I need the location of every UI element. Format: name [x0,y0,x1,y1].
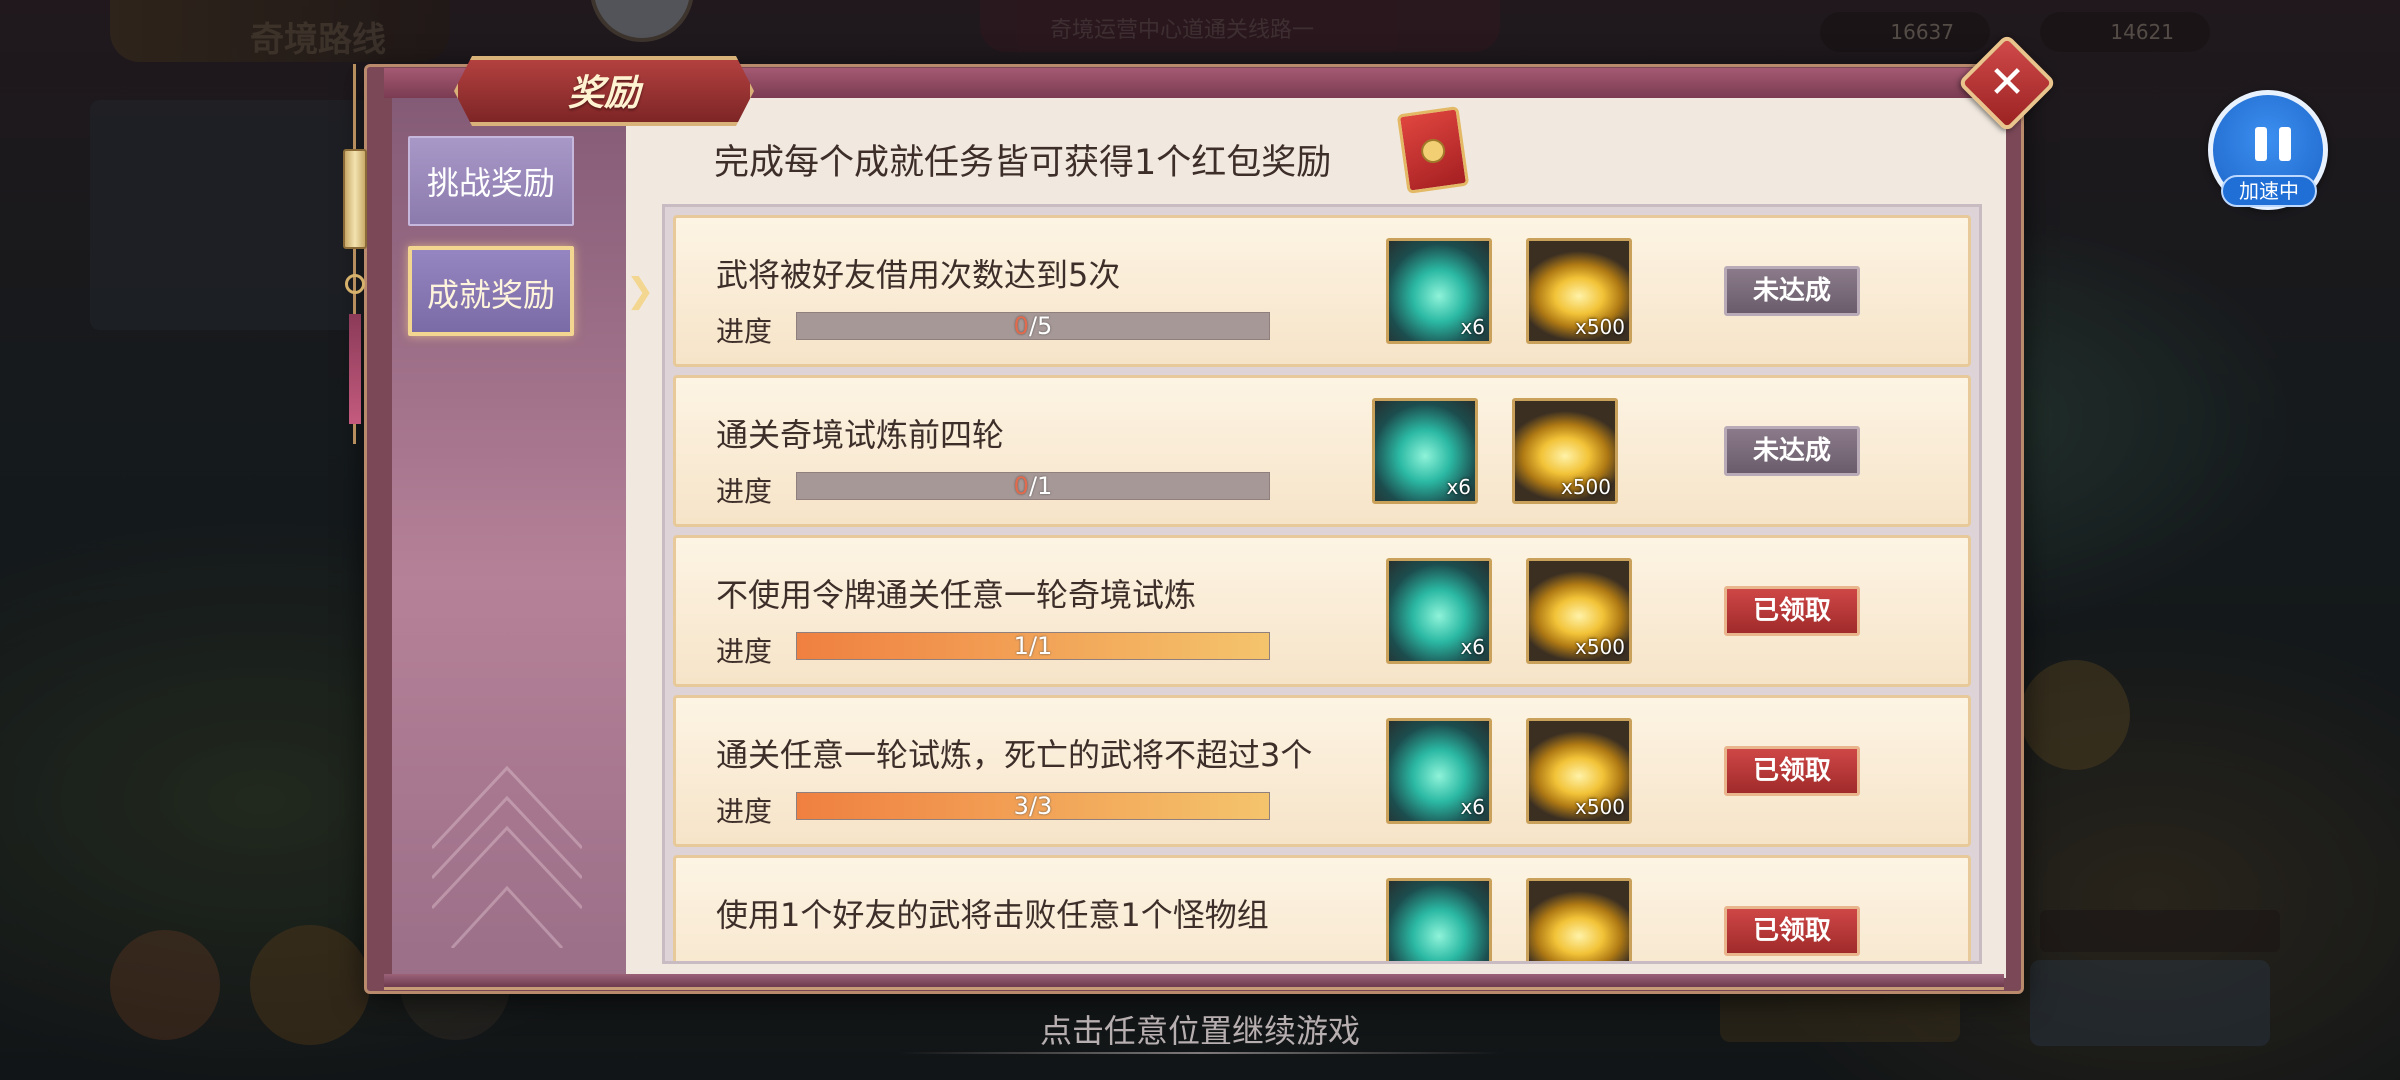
status-button-not-achieved[interactable]: 未达成 [1724,426,1860,476]
progress-label: 进度 [716,795,773,828]
speed-up-label: 加速中 [2221,175,2317,207]
status-button-claimed[interactable]: 已领取 [1724,746,1860,796]
red-packet-icon [1396,106,1470,194]
progress-label: 进度 [716,635,773,668]
hint-divider [900,1052,1500,1054]
task-row: 使用1个好友的武将击败任意1个怪物组 已领取 [673,855,1971,961]
reward-modal: 奖励 ✕ 挑战奖励 成就奖励 ❯ 完成每个成就任务皆可获得1个红包奖励 武将被好… [343,33,2057,994]
task-row: 不使用令牌通关任意一轮奇境试炼 进度 1/1 x6 x500 已领取 [673,535,1971,687]
task-title: 不使用令牌通关任意一轮奇境试炼 [716,576,1197,614]
progress-bar: 0/5 [796,312,1270,340]
task-title: 通关任意一轮试炼，死亡的武将不超过3个 [716,736,1313,774]
gold-ingot-icon[interactable]: x500 [1512,398,1618,504]
spirit-flame-icon[interactable]: x6 [1386,238,1492,344]
gold-ingot-icon[interactable] [1526,878,1632,961]
task-title: 通关奇境试炼前四轮 [716,416,1005,454]
status-button-claimed[interactable]: 已领取 [1724,586,1860,636]
spirit-flame-icon[interactable]: x6 [1372,398,1478,504]
task-row: 通关任意一轮试炼，死亡的武将不超过3个 进度 3/3 x6 x500 已领取 [673,695,1971,847]
modal-title: 奖励 [567,73,640,114]
continue-hint: 点击任意位置继续游戏 [1039,1012,1360,1050]
gold-ingot-icon[interactable]: x500 [1526,718,1632,824]
status-button-claimed[interactable]: 已领取 [1724,906,1860,956]
close-icon[interactable]: ✕ [1972,48,2042,118]
tassel-ornament-icon [340,64,370,464]
lattice-pattern-icon [432,765,582,948]
selected-tab-arrow-icon: ❯ [626,271,655,311]
task-title: 武将被好友借用次数达到5次 [716,256,1121,294]
progress-bar: 3/3 [796,792,1270,820]
task-title: 使用1个好友的武将击败任意1个怪物组 [716,896,1269,934]
progress-label: 进度 [716,475,773,508]
task-row: 通关奇境试炼前四轮 进度 0/1 x6 x500 未达成 [673,375,1971,527]
tab-sidebar [392,98,626,978]
progress-value: 0/1 [1013,472,1053,500]
gold-ingot-icon[interactable]: x500 [1526,558,1632,664]
spirit-flame-icon[interactable]: x6 [1386,558,1492,664]
progress-value: 1/1 [1013,632,1053,660]
tab-challenge-rewards[interactable]: 挑战奖励 [408,136,574,226]
progress-bar: 0/1 [796,472,1270,500]
progress-label: 进度 [716,315,773,348]
reward-description: 完成每个成就任务皆可获得1个红包奖励 [714,143,1332,183]
achievement-task-list[interactable]: 武将被好友借用次数达到5次 进度 0/5 x6 x500 未达成 通关奇境试炼前… [662,204,1982,964]
spirit-flame-icon[interactable]: x6 [1386,718,1492,824]
tab-achievement-rewards[interactable]: 成就奖励 [408,246,574,336]
progress-bar: 1/1 [796,632,1270,660]
task-row: 武将被好友借用次数达到5次 进度 0/5 x6 x500 未达成 [673,215,1971,367]
pause-icon [2255,127,2291,161]
progress-value: 0/5 [1013,312,1053,340]
status-button-not-achieved[interactable]: 未达成 [1724,266,1860,316]
spirit-flame-icon[interactable] [1386,878,1492,961]
modal-bottom-strip [384,974,2004,990]
gold-ingot-icon[interactable]: x500 [1526,238,1632,344]
progress-value: 3/3 [1013,792,1053,820]
